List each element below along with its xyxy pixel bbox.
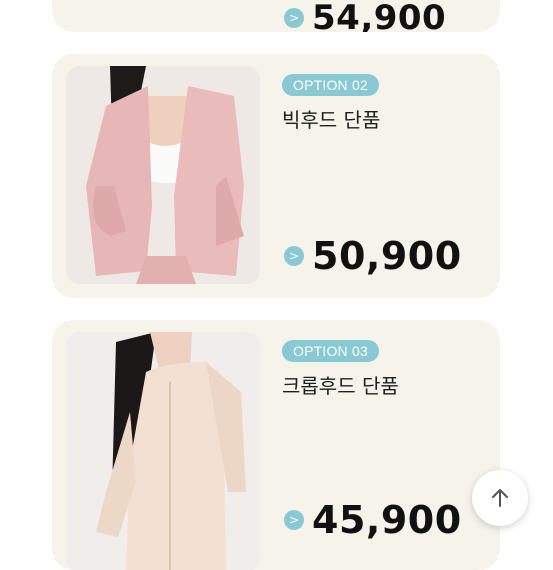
product-card-option-03[interactable]: OPTION 03 크롭후드 단품 > 45,900 [52, 320, 500, 570]
option-badge: OPTION 03 [282, 340, 379, 362]
product-name: 크롭후드 단품 [282, 374, 399, 398]
product-photo-illustration [66, 332, 260, 570]
price-row: > 54,900 [284, 0, 446, 32]
chevron-right-icon: > [284, 8, 304, 28]
product-card-option-01[interactable]: > 54,900 [52, 0, 500, 32]
product-price: 50,900 [312, 234, 462, 278]
chevron-right-icon: > [284, 246, 304, 266]
scroll-to-top-button[interactable] [472, 470, 528, 526]
price-row: > 50,900 [284, 234, 462, 278]
chevron-right-icon: > [284, 510, 304, 530]
product-card-option-02[interactable]: OPTION 02 빅후드 단품 > 50,900 [52, 54, 500, 298]
product-price: 54,900 [312, 0, 447, 32]
product-name: 빅후드 단품 [282, 108, 381, 132]
product-photo-illustration [66, 66, 260, 284]
product-price: 45,900 [312, 498, 462, 542]
product-photo [66, 66, 260, 284]
price-row: > 45,900 [284, 498, 462, 542]
product-photo [66, 332, 260, 570]
option-badge: OPTION 02 [282, 74, 379, 96]
arrow-up-icon [492, 489, 508, 507]
